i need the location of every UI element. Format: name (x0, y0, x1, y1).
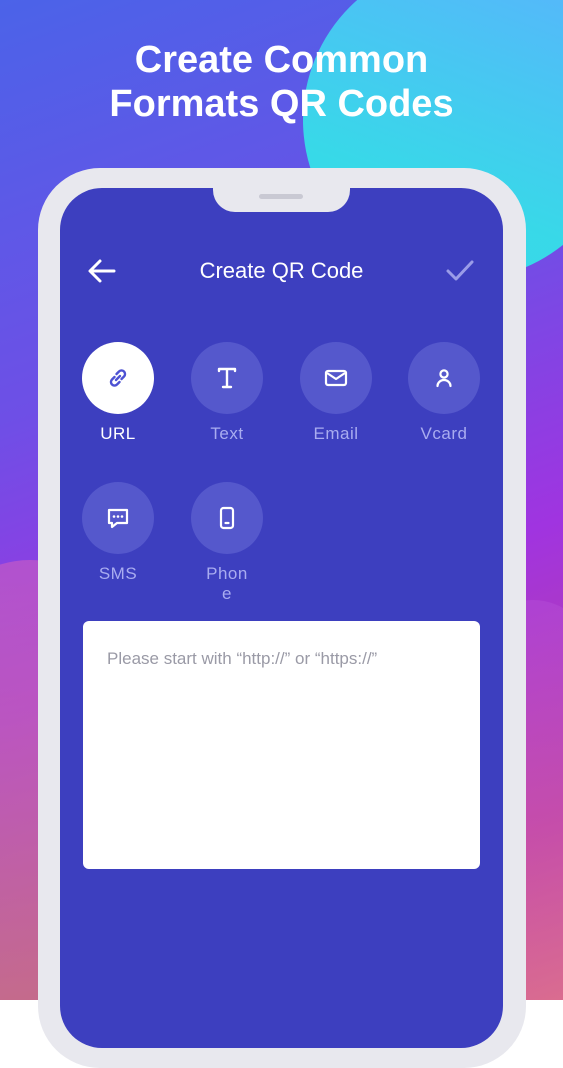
type-sms[interactable]: SMS (68, 482, 168, 584)
text-icon (217, 367, 237, 389)
type-label: SMS (98, 564, 138, 583)
type-phone[interactable]: Phone (177, 482, 277, 604)
type-label: Vcard (420, 424, 468, 443)
phone-icon (219, 506, 235, 530)
type-phone-circle[interactable] (191, 482, 263, 554)
type-label: Phone (206, 564, 248, 603)
type-url-circle[interactable] (82, 342, 154, 414)
check-icon[interactable] (444, 257, 476, 285)
type-url[interactable]: URL (68, 342, 168, 444)
person-icon (436, 369, 452, 388)
type-email-circle[interactable] (300, 342, 372, 414)
mail-icon (324, 369, 348, 387)
type-vcard-circle[interactable] (408, 342, 480, 414)
type-label: Text (210, 424, 244, 443)
phone-notch (213, 168, 350, 212)
type-label: URL (100, 424, 136, 443)
type-sms-circle[interactable] (82, 482, 154, 554)
phone-screen (60, 188, 503, 1048)
message-icon (107, 508, 129, 529)
type-label: Email (313, 424, 359, 443)
url-input-field[interactable]: Please start with “http://” or “https://… (83, 621, 480, 869)
link-icon (109, 369, 127, 387)
headline-line-2: Formats QR Codes (109, 83, 454, 125)
page-title: Create QR Code (199, 258, 364, 283)
url-input-placeholder: Please start with “http://” or “https://… (107, 649, 378, 668)
headline-line-1: Create Common (134, 39, 429, 81)
phone-speaker (259, 194, 303, 199)
type-text[interactable]: Text (177, 342, 277, 444)
type-text-circle[interactable] (191, 342, 263, 414)
type-vcard[interactable]: Vcard (394, 342, 494, 444)
promo-headline: Create Common Formats QR Codes (0, 38, 563, 126)
type-email[interactable]: Email (286, 342, 386, 444)
